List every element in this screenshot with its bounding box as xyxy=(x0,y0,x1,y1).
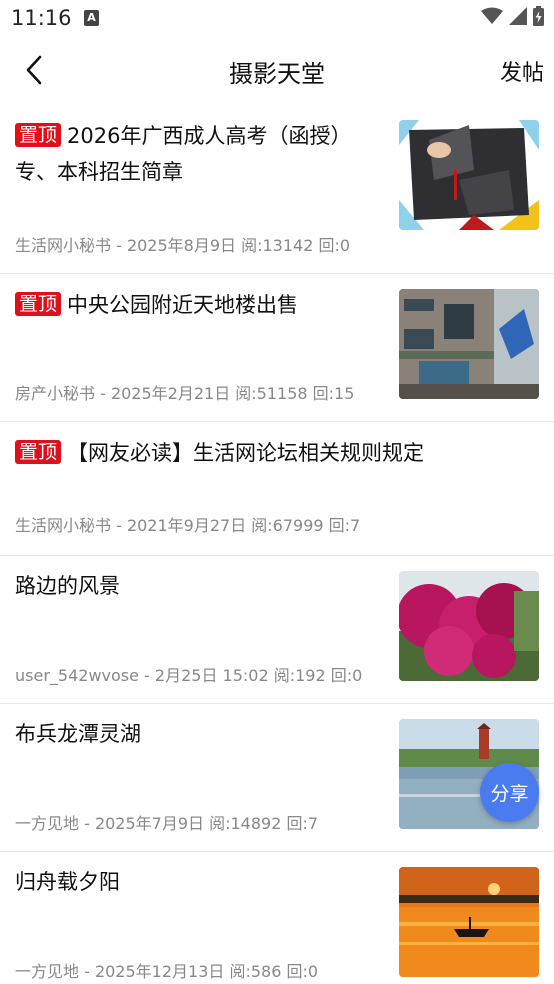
post-title: 置顶 中央公园附近天地楼出售 xyxy=(15,287,385,323)
post-title: 置顶 【网友必读】生活网论坛相关规则规定 xyxy=(15,435,535,471)
post-thumbnail xyxy=(399,571,539,681)
page-title: 摄影天堂 xyxy=(229,60,325,88)
post-thumbnail xyxy=(399,120,539,230)
share-button[interactable]: 分享 xyxy=(480,763,539,822)
post-thumbnail xyxy=(399,289,539,399)
post-meta: user_542wvose - 2月25日 15:02 阅:192 回:0 xyxy=(15,666,363,685)
pinned-badge: 置顶 xyxy=(15,440,62,464)
wifi-icon xyxy=(481,7,503,29)
post-item[interactable]: 布兵龙潭灵湖 一方见地 - 2025年7月9日 阅:14892 回:7 xyxy=(0,704,554,852)
post-meta: 生活网小秘书 - 2025年8月9日 阅:13142 回:0 xyxy=(15,236,351,255)
post-title: 归舟载夕阳 xyxy=(15,870,120,894)
post-title: 路边的风景 xyxy=(15,574,120,598)
post-title: 置顶 2026年广西成人高考（函授）专、本科招生简章 xyxy=(15,123,352,184)
post-item[interactable]: 置顶 2026年广西成人高考（函授）专、本科招生简章 生活网小秘书 - 2025年… xyxy=(0,104,554,274)
pinned-badge: 置顶 xyxy=(15,292,62,316)
app-bar: 摄影天堂 发帖 xyxy=(0,38,554,104)
post-item[interactable]: 归舟载夕阳 一方见地 - 2025年12月13日 阅:586 回:0 xyxy=(0,852,554,984)
signal-icon xyxy=(509,7,527,29)
status-icons xyxy=(481,6,544,30)
post-meta: 房产小秘书 - 2025年2月21日 阅:51158 回:15 xyxy=(15,384,355,403)
status-bar: 11:16 A xyxy=(0,0,554,38)
post-item[interactable]: 置顶 中央公园附近天地楼出售 房产小秘书 - 2025年2月21日 阅:51158… xyxy=(0,274,554,422)
status-time: 11:16 xyxy=(11,6,72,30)
new-post-button[interactable]: 发帖 xyxy=(500,55,544,87)
notification-a-icon: A xyxy=(84,10,99,26)
pinned-badge: 置顶 xyxy=(15,123,62,147)
post-title: 布兵龙潭灵湖 xyxy=(15,722,141,746)
post-meta: 生活网小秘书 - 2021年9月27日 阅:67999 回:7 xyxy=(15,516,361,535)
post-meta: 一方见地 - 2025年12月13日 阅:586 回:0 xyxy=(15,962,319,981)
post-list: 置顶 2026年广西成人高考（函授）专、本科招生简章 生活网小秘书 - 2025年… xyxy=(0,104,554,984)
post-item[interactable]: 置顶 【网友必读】生活网论坛相关规则规定 生活网小秘书 - 2021年9月27日 … xyxy=(0,422,554,556)
post-meta: 一方见地 - 2025年7月9日 阅:14892 回:7 xyxy=(15,814,319,833)
post-item[interactable]: 路边的风景 user_542wvose - 2月25日 15:02 阅:192 … xyxy=(0,556,554,704)
post-thumbnail xyxy=(399,867,539,977)
battery-charging-icon xyxy=(533,6,544,30)
